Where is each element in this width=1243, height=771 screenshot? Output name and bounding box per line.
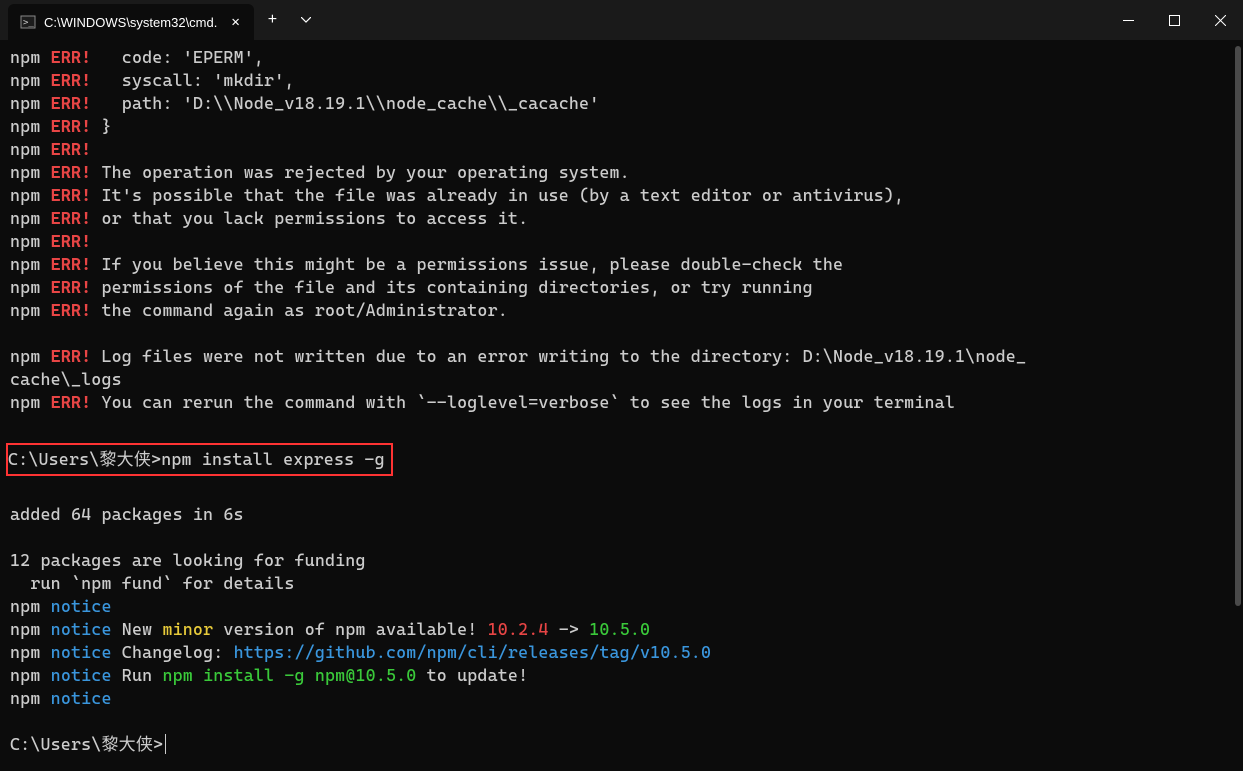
terminal-line: npm ERR! bbox=[10, 230, 1233, 253]
terminal-line: npm ERR! If you believe this might be a … bbox=[10, 253, 1233, 276]
command-text: npm install express -g bbox=[161, 449, 385, 469]
notice-text: New bbox=[112, 619, 163, 639]
terminal-line: npm ERR! It's possible that the file was… bbox=[10, 184, 1233, 207]
terminal-tab[interactable]: >_ C:\WINDOWS\system32\cmd. ✕ bbox=[8, 4, 254, 40]
terminal-line: npm ERR! code: 'EPERM', bbox=[10, 46, 1233, 69]
terminal-output[interactable]: npm ERR! code: 'EPERM',npm ERR! syscall:… bbox=[0, 40, 1243, 762]
changelog-url: https://github.com/npm/cli/releases/tag/… bbox=[234, 642, 712, 662]
notice-text: version of npm available! bbox=[213, 619, 487, 639]
old-version: 10.2.4 bbox=[488, 619, 549, 639]
svg-text:>_: >_ bbox=[23, 18, 34, 28]
arrow-text: -> bbox=[549, 619, 590, 639]
terminal-line: cache\_logs bbox=[10, 368, 1233, 391]
terminal-line: npm ERR! You can rerun the command with … bbox=[10, 391, 1233, 414]
terminal-line: npm ERR! The operation was rejected by y… bbox=[10, 161, 1233, 184]
minor-word: minor bbox=[162, 619, 213, 639]
terminal-line: npm ERR! permissions of the file and its… bbox=[10, 276, 1233, 299]
terminal-line: npm ERR! path: 'D:\\Node_v18.19.1\\node_… bbox=[10, 92, 1233, 115]
cursor bbox=[165, 734, 166, 754]
terminal-line: run `npm fund` for details bbox=[10, 572, 1233, 595]
terminal-line: npm ERR! bbox=[10, 138, 1233, 161]
notice-text: to update! bbox=[416, 665, 528, 685]
notice-blank bbox=[112, 596, 122, 616]
command-highlight-box: C:\Users\黎大侠>npm install express -g bbox=[6, 443, 393, 476]
tab-title-text: C:\WINDOWS\system32\cmd. bbox=[44, 15, 217, 30]
maximize-button[interactable] bbox=[1151, 0, 1197, 40]
terminal-line: npm ERR! the command again as root/Admin… bbox=[10, 299, 1233, 322]
new-version: 10.5.0 bbox=[589, 619, 650, 639]
terminal-line: 12 packages are looking for funding bbox=[10, 549, 1233, 572]
terminal-line: npm ERR! } bbox=[10, 115, 1233, 138]
install-command: npm install -g npm@10.5.0 bbox=[162, 665, 416, 685]
terminal-line: npm ERR! syscall: 'mkdir', bbox=[10, 69, 1233, 92]
close-window-button[interactable] bbox=[1197, 0, 1243, 40]
terminal-line bbox=[10, 526, 1233, 549]
prompt-text: C:\Users\黎大侠> bbox=[8, 449, 161, 469]
tab-dropdown-button[interactable] bbox=[291, 15, 321, 26]
window-controls bbox=[1105, 0, 1243, 40]
new-tab-button[interactable]: + bbox=[254, 11, 291, 29]
cmd-icon: >_ bbox=[20, 14, 36, 30]
tab-close-button[interactable]: ✕ bbox=[225, 13, 245, 31]
notice-text: Run bbox=[112, 665, 163, 685]
notice-blank bbox=[112, 688, 122, 708]
terminal-line: added 64 packages in 6s bbox=[10, 503, 1233, 526]
notice-text: Changelog: bbox=[112, 642, 234, 662]
minimize-button[interactable] bbox=[1105, 0, 1151, 40]
terminal-line: npm ERR! or that you lack permissions to… bbox=[10, 207, 1233, 230]
window-titlebar: >_ C:\WINDOWS\system32\cmd. ✕ + bbox=[0, 0, 1243, 40]
vertical-scrollbar[interactable] bbox=[1235, 46, 1241, 606]
terminal-line: npm ERR! Log files were not written due … bbox=[10, 345, 1233, 368]
final-prompt: C:\Users\黎大侠> bbox=[10, 734, 163, 754]
